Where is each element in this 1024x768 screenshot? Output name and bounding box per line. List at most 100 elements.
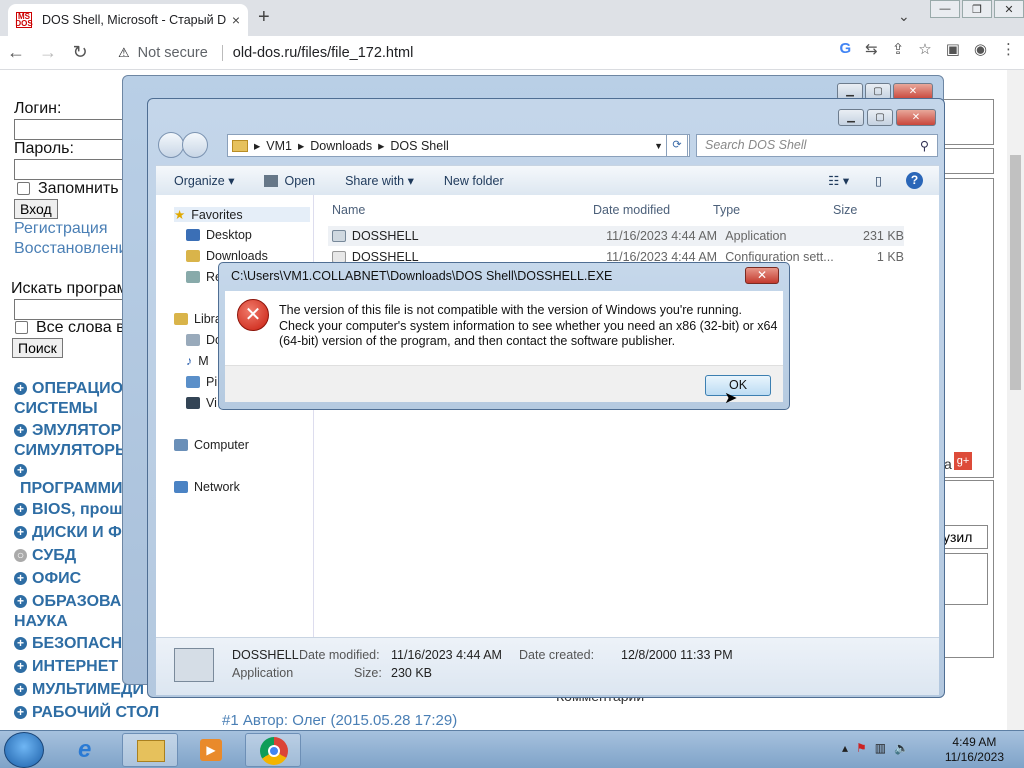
category-desktop[interactable]: + РАБОЧИЙ СТОЛ — [14, 704, 159, 722]
nav-computer[interactable]: Computer — [174, 438, 249, 452]
scrollbar-thumb[interactable] — [1010, 155, 1021, 390]
taskbar-chrome-icon[interactable] — [245, 733, 301, 767]
comment-author: #1 Автор: Олег (2015.05.28 17:29) — [222, 712, 458, 729]
category-internet[interactable]: + ИНТЕРНЕТ — [14, 658, 118, 676]
taskbar-media-player-icon[interactable]: ▶ — [182, 733, 238, 767]
preview-pane-icon[interactable]: ▯ — [875, 173, 882, 188]
bookmark-star-icon[interactable]: ☆ — [918, 40, 931, 58]
close-button[interactable]: ✕ — [994, 0, 1024, 18]
column-date-modified[interactable]: Date modified — [593, 203, 670, 217]
category-education-cont[interactable]: НАУКА — [14, 613, 68, 631]
nav-favorites[interactable]: ★ Favorites — [174, 207, 310, 222]
category-education[interactable]: + ОБРАЗОВА — [14, 593, 121, 611]
browser-tab[interactable]: MS DOS DOS Shell, Microsoft - Старый D × — [8, 4, 248, 36]
nav-downloads[interactable]: Downloads — [186, 249, 268, 263]
nav-recent[interactable]: Re — [186, 270, 222, 284]
volume-icon[interactable]: 🔈 — [894, 741, 909, 755]
maximize-button[interactable]: ▢ — [867, 109, 893, 126]
start-button[interactable] — [4, 732, 44, 768]
category-os[interactable]: + ОПЕРАЦИО — [14, 380, 123, 398]
nav-libraries[interactable]: Libra — [174, 312, 222, 326]
new-folder-button[interactable]: New folder — [444, 174, 504, 188]
login-button[interactable]: Вход — [14, 199, 58, 219]
divider — [221, 45, 223, 61]
nav-network[interactable]: Network — [174, 480, 240, 494]
profile-avatar-icon[interactable]: ◉ — [974, 40, 987, 58]
share-icon[interactable]: ⇪ — [892, 40, 905, 58]
taskbar-explorer-icon[interactable] — [122, 733, 178, 767]
breadcrumb-vm1[interactable]: VM1 — [266, 139, 292, 153]
back-button[interactable] — [158, 132, 184, 158]
nav-documents[interactable]: Do — [186, 333, 222, 347]
minimize-button[interactable]: ▁ — [838, 109, 864, 126]
category-os-cont[interactable]: СИСТЕМЫ — [14, 400, 98, 418]
network-tray-icon[interactable]: ▥ — [875, 741, 886, 755]
restore-link[interactable]: Восстановлени — [14, 240, 128, 258]
expand-icon: + — [14, 503, 27, 517]
address-bar[interactable]: ▸ VM1 ▸ Downloads ▸ DOS Shell ▼ — [227, 134, 690, 157]
dialog-close-button[interactable]: ✕ — [745, 267, 779, 284]
tab-close-icon[interactable]: × — [232, 12, 240, 28]
category-programming[interactable]: + — [14, 462, 32, 480]
menu-kebab-icon[interactable]: ⋮ — [1001, 40, 1016, 58]
refresh-button[interactable]: ⟳ — [666, 134, 688, 157]
program-search-input[interactable] — [14, 299, 134, 320]
forward-icon[interactable]: → — [32, 42, 64, 63]
ok-button[interactable]: OK — [705, 375, 771, 396]
category-dbms[interactable]: ○ СУБД — [14, 547, 76, 565]
minimize-button[interactable]: — — [930, 0, 960, 18]
register-link[interactable]: Регистрация — [14, 220, 108, 238]
open-button[interactable]: Open — [264, 174, 315, 188]
new-tab-button[interactable]: + — [258, 6, 270, 29]
share-with-button[interactable]: Share with ▾ — [345, 173, 414, 188]
category-security[interactable]: + БЕЗОПАСН — [14, 635, 122, 653]
error-dialog[interactable]: C:\Users\VM1.COLLABNET\Downloads\DOS She… — [218, 262, 790, 410]
page-scrollbar[interactable] — [1007, 70, 1024, 730]
tray-expand-icon[interactable]: ▴ — [842, 741, 848, 755]
google-plus-icon[interactable]: g+ — [954, 452, 972, 470]
action-center-icon[interactable]: ⚑ — [856, 741, 867, 755]
breadcrumb-dos-shell[interactable]: DOS Shell — [390, 139, 448, 153]
address-bar[interactable]: ⚠ Not secure old-dos.ru/files/file_172.h… — [110, 39, 810, 67]
address-dropdown-icon[interactable]: ▼ — [654, 141, 663, 151]
maximize-button[interactable]: ❐ — [962, 0, 992, 18]
category-emulators[interactable]: + ЭМУЛЯТОР — [14, 422, 121, 440]
file-date: 11/16/2023 4:44 AM — [606, 229, 718, 243]
clock[interactable]: 4:49 AM 11/16/2023 — [945, 735, 1004, 765]
column-size[interactable]: Size — [833, 203, 857, 217]
view-options-icon[interactable]: ☷ ▾ — [828, 173, 849, 188]
password-input[interactable] — [14, 159, 134, 180]
category-emulators-cont[interactable]: СИМУЛЯТОРЫ — [14, 442, 131, 460]
all-words-checkbox[interactable] — [15, 321, 28, 334]
back-icon[interactable]: ← — [0, 42, 32, 63]
side-panel-icon[interactable]: ▣ — [946, 40, 960, 58]
tab-search-icon[interactable]: ⌄ — [898, 8, 910, 25]
category-bios[interactable]: + BIOS, прош — [14, 501, 123, 519]
file-row[interactable]: DOSSHELL 11/16/2023 4:44 AM Application … — [328, 226, 904, 246]
column-type[interactable]: Type — [713, 203, 740, 217]
nav-videos[interactable]: Vi — [186, 396, 217, 410]
search-button[interactable]: Поиск — [12, 338, 63, 358]
taskbar: e ▶ ▴ ⚑ ▥ 🔈 4:49 AM 11/16/2023 — [0, 730, 1024, 768]
close-button[interactable]: ✕ — [896, 109, 936, 126]
explorer-search-input[interactable]: Search DOS Shell ⚲ — [696, 134, 938, 157]
nav-desktop[interactable]: Desktop — [186, 228, 252, 242]
category-office[interactable]: + ОФИС — [14, 570, 81, 588]
organize-button[interactable]: Organize ▾ — [174, 173, 234, 188]
column-name[interactable]: Name — [332, 203, 365, 217]
url-text: old-dos.ru/files/file_172.html — [232, 45, 414, 61]
help-icon[interactable]: ? — [906, 172, 923, 189]
category-disks[interactable]: + ДИСКИ И Ф — [14, 524, 122, 542]
reload-icon[interactable]: ↻ — [64, 42, 96, 63]
taskbar-ie-icon[interactable]: e — [62, 733, 118, 767]
breadcrumb-downloads[interactable]: Downloads — [310, 139, 372, 153]
category-programming-label[interactable]: ПРОГРАММИ — [20, 480, 122, 498]
google-icon[interactable]: G — [839, 40, 851, 58]
nav-pictures[interactable]: Pi — [186, 375, 217, 389]
login-input[interactable] — [14, 119, 134, 140]
translate-icon[interactable]: ⇆ — [865, 40, 878, 58]
upload-button[interactable]: узил — [940, 525, 988, 549]
nav-music[interactable]: ♪ M — [186, 354, 209, 368]
forward-button[interactable] — [182, 132, 208, 158]
remember-checkbox[interactable] — [17, 182, 30, 195]
